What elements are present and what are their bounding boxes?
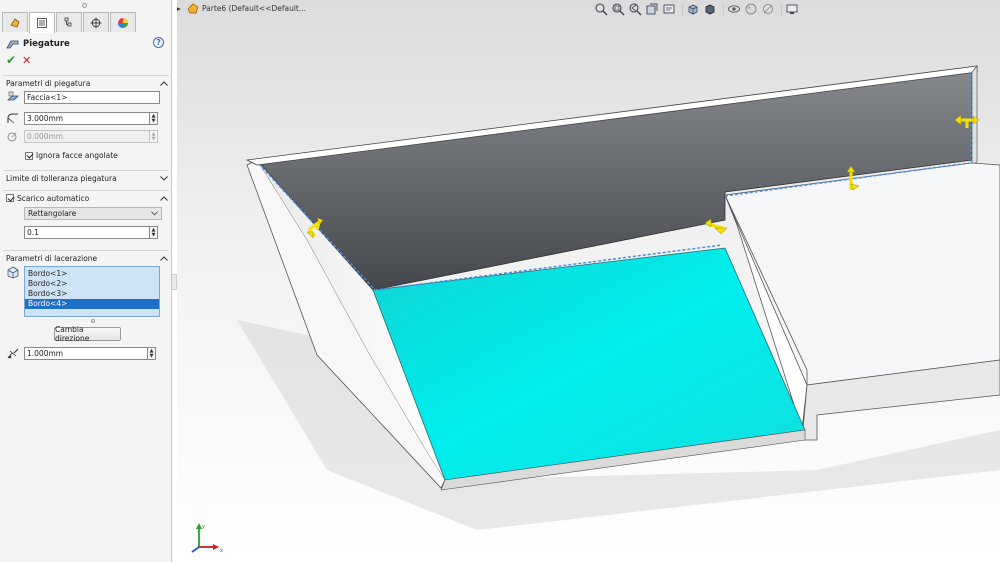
edit-appearance-icon[interactable]	[744, 2, 758, 16]
list-item[interactable]: Bordo<3>	[25, 289, 159, 299]
rip-edges-list[interactable]: Bordo<1> Bordo<2> Bordo<3> Bordo<4>	[24, 266, 160, 317]
triad-z-axis	[191, 546, 200, 553]
section-view-icon[interactable]	[645, 2, 659, 16]
dynamic-annotation-icon[interactable]	[662, 2, 676, 16]
fixed-face-field[interactable]: Faccia<1>	[24, 91, 160, 104]
change-direction-button[interactable]: Cambia direzione	[54, 325, 121, 343]
list-item[interactable]: Bordo<4>	[25, 299, 159, 309]
feature-title: Piegature	[23, 39, 70, 49]
list-item[interactable]: Bordo<2>	[25, 279, 159, 289]
fixed-face-row: Faccia<1>	[6, 91, 160, 104]
graphics-area[interactable]: ▸ Parte6 (Default<<Default... y x	[177, 0, 1000, 562]
relief-ratio-input[interactable]: 0.1	[24, 226, 150, 239]
feature-tree-flyout[interactable]: ▸ Parte6 (Default<<Default...	[177, 0, 306, 16]
rip-edges-row: Bordo<1> Bordo<2> Bordo<3> Bordo<4>	[6, 266, 160, 317]
tab-property-manager[interactable]	[29, 12, 55, 33]
zoom-to-fit-icon[interactable]	[594, 2, 608, 16]
right-rim-edge	[971, 65, 978, 166]
bend-parameters-label: Parametri di piegatura	[6, 78, 91, 88]
previous-view-icon[interactable]	[628, 2, 642, 16]
part-tree-label: Parte6 (Default<<Default...	[202, 3, 307, 13]
ignore-beveled-checkbox[interactable]	[25, 151, 33, 160]
relief-type-select[interactable]: Rettangolare	[24, 207, 162, 220]
rip-gap-icon	[6, 347, 20, 360]
panel-grip-icon[interactable]	[82, 3, 87, 8]
feature-manager-icon	[10, 17, 20, 27]
chevron-down-icon[interactable]	[159, 173, 169, 183]
rip-parameters-header[interactable]: Parametri di lacerazione	[3, 251, 169, 265]
relief-ratio-row: 0.1 ▲ ▼	[24, 226, 158, 239]
rip-gap-row: 1.000mm ▲ ▼	[6, 347, 156, 360]
bend-parameters-header[interactable]: Parametri di piegatura	[3, 76, 169, 90]
bend-tolerance-header[interactable]: Limite di tolleranza piegatura	[3, 171, 169, 185]
chevron-up-icon[interactable]	[159, 78, 169, 88]
thickness-input: 0.000mm	[24, 130, 150, 143]
relief-type-row: Rettangolare	[24, 207, 162, 220]
fixed-face-icon	[6, 91, 20, 104]
part-model-view[interactable]	[177, 0, 1000, 562]
thickness-spinner: ▲ ▼	[150, 130, 158, 143]
heads-up-view-toolbar	[594, 1, 802, 17]
manager-tabs	[2, 12, 137, 33]
triad-x-label: x	[220, 548, 223, 553]
display-style-icon[interactable]	[703, 2, 717, 16]
action-buttons: ✔ ✕	[6, 53, 38, 67]
tab-configuration-manager[interactable]	[56, 12, 82, 32]
property-manager-panel: Piegature ? ✔ ✕ Parametri di piegatura F…	[0, 0, 172, 562]
feature-title-row: Piegature ?	[6, 37, 166, 51]
bend-radius-icon	[6, 112, 20, 125]
tab-display-manager[interactable]	[110, 12, 136, 32]
dropdown-arrow-icon	[151, 211, 158, 216]
property-manager-icon	[37, 18, 47, 28]
thickness-icon	[6, 130, 20, 143]
triad-y-label: y	[202, 524, 205, 530]
apply-scene-icon[interactable]	[761, 2, 775, 16]
rip-parameters-label: Parametri di lacerazione	[6, 253, 98, 263]
tab-dimxpert[interactable]	[83, 12, 109, 32]
change-direction-row: Cambia direzione	[54, 325, 121, 343]
sheet-metal-bends-icon	[6, 40, 19, 49]
ignore-beveled-row[interactable]: Ignora facce angolate	[25, 151, 118, 160]
view-orientation-icon[interactable]	[686, 2, 700, 16]
list-resize-grip-icon[interactable]	[91, 319, 95, 323]
chevron-up-icon[interactable]	[159, 193, 169, 203]
ignore-beveled-label: Ignora facce angolate	[36, 151, 118, 160]
rip-gap-spinner[interactable]: ▲ ▼	[148, 347, 156, 360]
bend-radius-row: 3.000mm ▲ ▼	[6, 112, 158, 125]
bend-radius-input[interactable]: 3.000mm	[24, 112, 150, 125]
dimxpert-icon	[90, 17, 102, 28]
relief-type-value: Rettangolare	[28, 209, 77, 218]
edge-selection-icon	[6, 266, 20, 279]
ok-icon[interactable]: ✔	[6, 53, 22, 67]
relief-ratio-spinner[interactable]: ▲ ▼	[150, 226, 158, 239]
chevron-up-icon[interactable]	[159, 253, 169, 263]
configuration-manager-icon	[64, 17, 72, 26]
rip-gap-input[interactable]: 1.000mm	[24, 347, 148, 360]
zoom-to-area-icon[interactable]	[611, 2, 625, 16]
auto-relief-group: Scarico automatico	[3, 190, 169, 250]
reference-triad: y x	[191, 523, 223, 553]
list-item[interactable]: Bordo<1>	[25, 269, 159, 279]
thickness-row: 0.000mm ▲ ▼	[6, 130, 158, 143]
view-settings-icon[interactable]	[785, 2, 799, 16]
bend-tolerance-group: Limite di tolleranza piegatura	[3, 170, 169, 188]
part-icon	[187, 3, 199, 13]
flyout-expand-icon[interactable]: ▸	[177, 4, 183, 13]
auto-relief-label: Scarico automatico	[17, 193, 90, 203]
cancel-icon[interactable]: ✕	[22, 54, 38, 67]
help-icon[interactable]: ?	[153, 37, 164, 48]
auto-relief-header[interactable]: Scarico automatico	[3, 191, 169, 205]
bend-radius-spinner[interactable]: ▲ ▼	[150, 112, 158, 125]
bend-tolerance-label: Limite di tolleranza piegatura	[6, 173, 117, 183]
auto-relief-checkbox[interactable]	[6, 194, 14, 202]
hide-show-items-icon[interactable]	[727, 2, 741, 16]
display-manager-icon	[118, 17, 128, 28]
tab-feature-manager[interactable]	[2, 12, 28, 32]
